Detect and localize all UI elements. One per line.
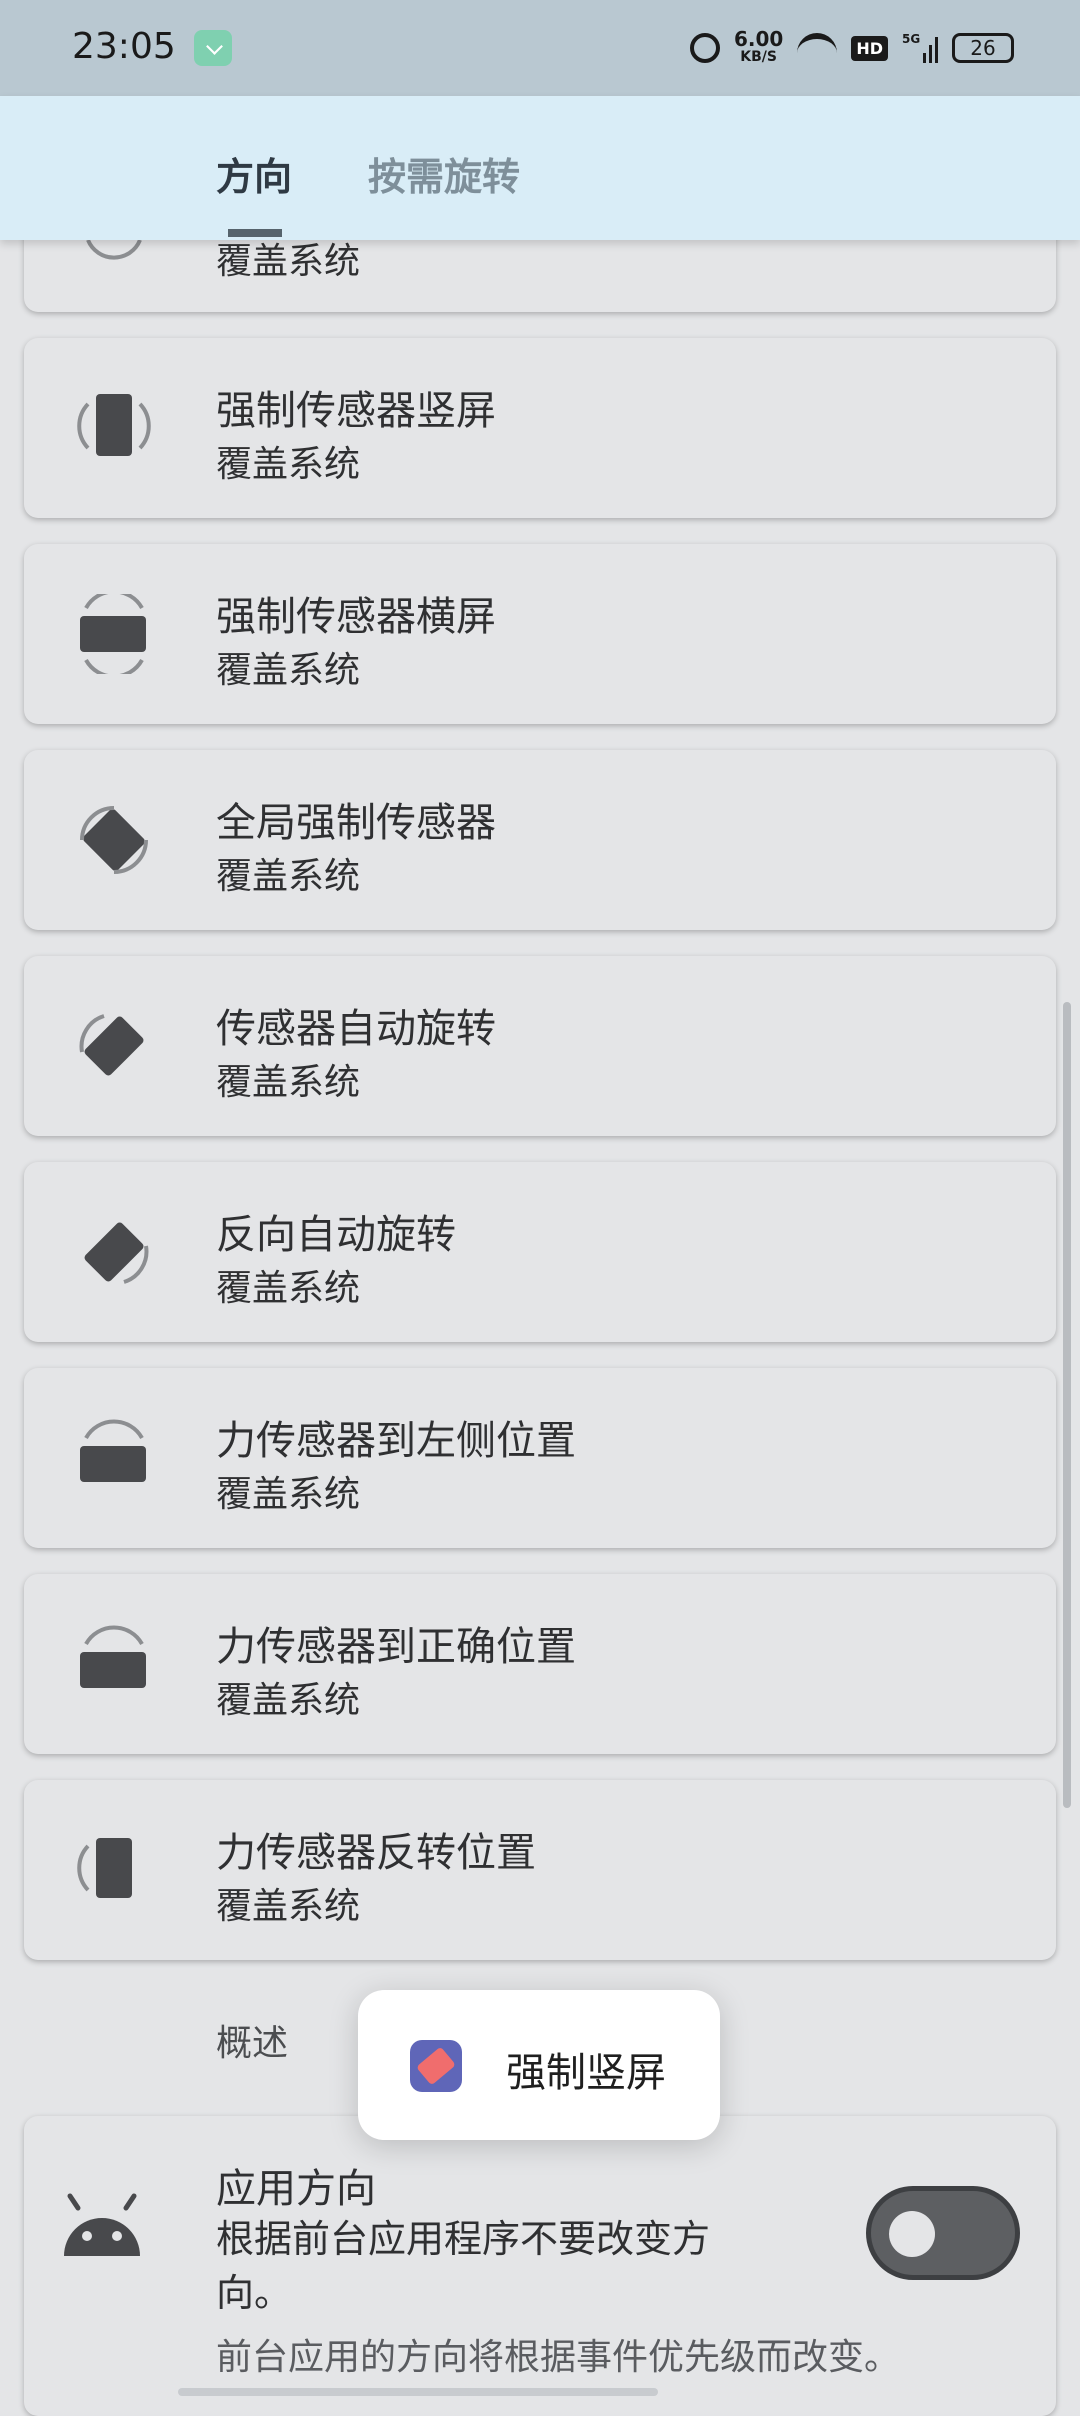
nav-gesture-bar[interactable] (178, 2388, 658, 2396)
battery-icon: 26 (952, 33, 1014, 63)
card-title: 强制传感器横屏 (216, 594, 496, 640)
app-orientation-title: 应用方向 (216, 2166, 376, 2212)
tab-on-demand-rotation[interactable]: 按需旋转 (368, 146, 520, 201)
card-title: 反向自动旋转 (216, 1212, 456, 1258)
android-icon (64, 2193, 140, 2256)
full-sensor-icon (80, 806, 148, 874)
alarm-icon (689, 33, 720, 63)
toast-text: 强制竖屏 (506, 2050, 666, 2096)
card-full-sensor[interactable]: 全局强制传感器 覆盖系统 (24, 750, 1056, 930)
card-title: 传感器自动旋转 (216, 1006, 496, 1052)
download-icon (194, 30, 232, 66)
tab-bar: 方向 按需旋转 (0, 96, 1080, 240)
card-subtitle: 覆盖系统 (216, 1680, 361, 1721)
app-orientation-subtitle: 根据前台应用程序不要改变方向。 (216, 2217, 711, 2315)
auto-rotate-icon (79, 1014, 144, 1076)
card-subtitle: 覆盖系统 (216, 444, 361, 485)
reverse-portrait-icon (77, 1838, 132, 1898)
net-speed-unit: KB/S (740, 49, 777, 65)
card-auto-rotate[interactable]: 传感器自动旋转 覆盖系统 (24, 956, 1056, 1136)
card-subtitle: 覆盖系统 (216, 1062, 361, 1103)
status-bar: 23:05 6.00 KB/S HD 5G 26 (0, 0, 1080, 96)
card-subtitle: 覆盖系统 (216, 856, 361, 897)
rotate-app-icon (410, 2040, 462, 2092)
card-title: 强制传感器竖屏 (216, 388, 496, 434)
card-landscape-left[interactable]: 力传感器到左侧位置 覆盖系统 (24, 1368, 1056, 1548)
net-speed: 6.00 KB/S (734, 29, 783, 66)
card-subtitle: 覆盖系统 (216, 1268, 361, 1309)
card-subtitle: 覆盖系统 (216, 1474, 361, 1515)
card-reverse-rotate[interactable]: 反向自动旋转 覆盖系统 (24, 1162, 1056, 1342)
network-label: 5G (902, 32, 921, 46)
card-sensor-portrait[interactable]: 强制传感器竖屏 覆盖系统 (24, 338, 1056, 518)
tab-orientation[interactable]: 方向 (216, 146, 292, 201)
card-sensor-landscape[interactable]: 强制传感器横屏 覆盖系统 (24, 544, 1056, 724)
card-subtitle: 覆盖系统 (216, 1886, 361, 1927)
card-subtitle: 覆盖系统 (216, 650, 361, 691)
app-orientation-toggle[interactable] (866, 2186, 1020, 2280)
status-icons: 6.00 KB/S HD 5G 26 (689, 24, 1014, 72)
signal-icon: 5G (902, 32, 939, 63)
sensor-portrait-icon (77, 394, 151, 456)
app-orientation-card[interactable]: 应用方向 根据前台应用程序不要改变方向。 前台应用的方向将根据事件优先级而改变。 (24, 2116, 1056, 2416)
wifi-icon (797, 33, 838, 63)
toast: 强制竖屏 (358, 1990, 720, 2140)
card-title: 力传感器反转位置 (216, 1830, 536, 1876)
status-time: 23:05 (72, 26, 176, 67)
card-landscape-right[interactable]: 力传感器到正确位置 覆盖系统 (24, 1574, 1056, 1754)
landscape-left-icon (80, 1419, 146, 1482)
card-title: 力传感器到正确位置 (216, 1624, 576, 1670)
card-title: 全局强制传感器 (216, 800, 496, 846)
hd-badge: HD (851, 35, 888, 61)
card-title: 力传感器到左侧位置 (216, 1418, 576, 1464)
card-reverse-portrait[interactable]: 力传感器反转位置 覆盖系统 (24, 1780, 1056, 1960)
toggle-knob (889, 2211, 935, 2257)
app-orientation-description: 前台应用的方向将根据事件优先级而改变。 (216, 2337, 901, 2378)
scrollbar[interactable] (1063, 1002, 1071, 1808)
landscape-right-icon (80, 1625, 146, 1688)
tab-indicator (228, 229, 282, 237)
reverse-rotate-icon (84, 1222, 149, 1284)
sensor-landscape-icon (80, 594, 146, 674)
section-title-overview: 概述 (216, 2023, 289, 2064)
